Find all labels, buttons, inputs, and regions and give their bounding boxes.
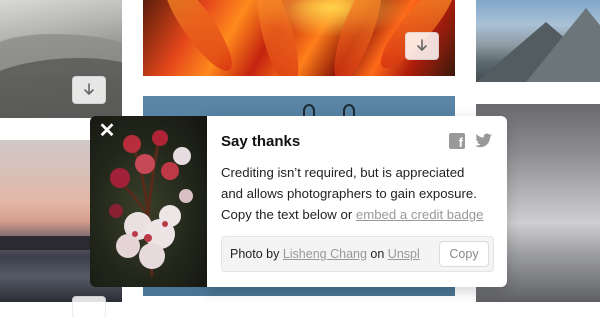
- author-link[interactable]: Lisheng Chang: [283, 247, 367, 261]
- description-line: Crediting isn’t required, but is appreci…: [221, 165, 465, 180]
- credit-text-box[interactable]: Photo by Lisheng Chang on Unspl Copy: [221, 236, 494, 272]
- say-thanks-dialog: Say thanks f Crediting isn’t required, b…: [207, 116, 507, 287]
- facebook-icon[interactable]: f: [449, 133, 465, 149]
- dialog-description: Crediting isn’t required, but is appreci…: [221, 162, 494, 225]
- download-button[interactable]: [72, 76, 106, 104]
- twitter-icon[interactable]: [475, 133, 493, 149]
- close-icon[interactable]: ✕: [97, 121, 117, 141]
- download-arrow-icon: [84, 83, 94, 95]
- source-link[interactable]: Unspl: [388, 247, 420, 261]
- photo-caption: ...: [0, 310, 10, 317]
- copy-button[interactable]: Copy: [439, 241, 489, 267]
- petal: [249, 0, 307, 76]
- social-share-buttons: f: [449, 133, 493, 149]
- embed-credit-badge-link[interactable]: embed a credit badge: [356, 207, 484, 222]
- petal: [154, 0, 242, 76]
- download-arrow-icon: [417, 39, 427, 51]
- photo-tile-rocky-mountains[interactable]: [476, 0, 600, 82]
- description-line: and allows photographers to gain exposur…: [221, 186, 477, 201]
- description-line: Copy the text below or embed a credit ba…: [221, 207, 484, 222]
- download-button[interactable]: [405, 32, 439, 60]
- mountain-peak: [526, 8, 600, 82]
